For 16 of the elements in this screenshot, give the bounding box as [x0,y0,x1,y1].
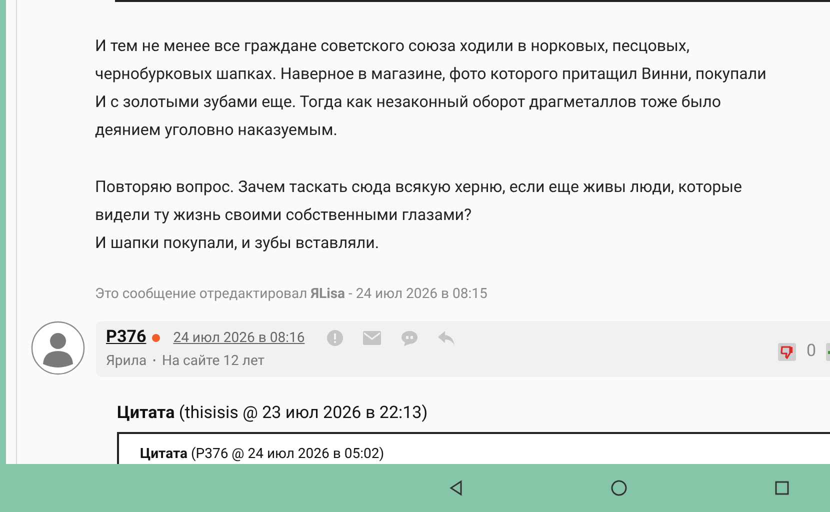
avatar-icon[interactable] [31,321,85,375]
post-paragraph: И тем не менее все граждане советского союза ходили в норковых, песцовых, чернобурковых шапках. Наверное в магазине, фото которого притащил Винни, покупали И с золотыми зубами еще. Тогда как незаконный оборот драгметаллов тоже было деянием уголовно наказуемым. [95,35,766,141]
quote-header: Цитата (thisisis @ 23 июл 2026 в 22:13) [117,403,428,423]
rating-count: 0 [806,340,816,363]
post-paragraph: Повторяю вопрос. Зачем таскать сюда всякую херню, если еще живы люди, которые видели ту жизнь своими собственными глазами? И шапки покупали, и зубы вставляли. [95,176,742,254]
post-date-link[interactable]: 24 июл 2026 в 08:16 [173,328,305,348]
membership-duration: На сайте 12 лет [162,352,265,371]
user-rank: Ярила [106,352,147,371]
home-icon[interactable] [611,480,627,496]
recents-icon[interactable] [775,481,789,495]
separator-dot: • [152,355,156,369]
username-link[interactable]: P376 [106,325,146,351]
thumbs-down-icon[interactable] [778,342,796,361]
back-icon[interactable] [449,480,463,496]
edit-note: Это сообщение отредактировал ЯLisa - 24 июл 2026 в 08:15 [95,286,488,302]
nested-quote-header: Цитата (P376 @ 24 июл 2026 в 05:02) [140,446,384,462]
